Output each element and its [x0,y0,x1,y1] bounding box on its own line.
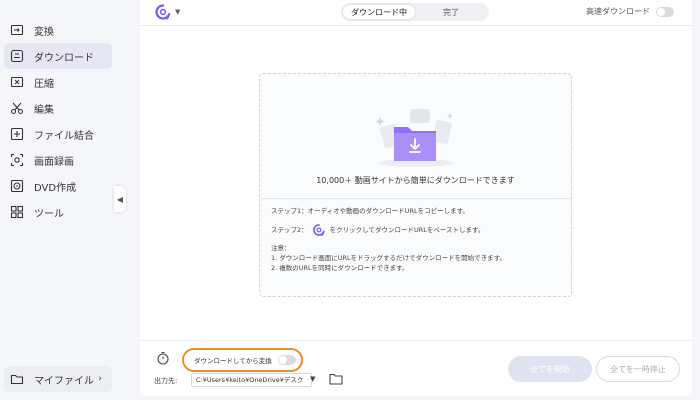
pause-all-button[interactable]: 全てを一時停止 [596,356,680,382]
sidebar-item-download[interactable]: ダウンロード [4,43,112,69]
tab-finished[interactable]: 完了 [415,5,487,19]
sidebar-item-convert[interactable]: 変換 [4,17,112,43]
add-url-button[interactable]: ▼ [154,3,180,21]
chevron-right-icon: › [98,374,102,384]
tab-downloading[interactable]: ダウンロード中 [343,5,415,19]
high-speed-toggle[interactable] [656,6,674,17]
note-1: 1. ダウンロード画面にURLをドラッグするだけでダウンロードを開始できます。 [271,254,507,262]
sidebar-item-label: 編集 [34,104,54,116]
merge-icon [10,127,24,141]
sidebar-item-merge[interactable]: ファイル結合 [4,121,112,147]
step-2-prefix: ステップ2： [271,226,308,234]
open-folder-icon[interactable] [329,373,343,385]
sidebar: 変換 ダウンロード 圧縮 編集 ファイル結合 画面録画 DVD作成 ツール マイ… [0,0,122,400]
my-files-label: マイファイル [34,375,94,387]
notes: 注意： 1. ダウンロード画面にURLをドラッグするだけでダウンロードを開始でき… [271,243,566,273]
chevron-down-icon[interactable]: ▼ [175,8,180,16]
chevron-left-icon: ◀ [116,194,124,204]
dvd-icon [10,179,24,193]
sidebar-item-label: ファイル結合 [34,130,94,142]
screen-record-icon [10,153,24,167]
convert-icon [10,23,24,37]
scissors-icon [10,101,24,115]
add-url-icon [312,224,325,236]
convert-after-download-label: ダウンロードしてから変換 [194,357,272,365]
sidebar-item-label: DVD作成 [34,182,77,194]
sidebar-item-label: ダウンロード [34,52,94,64]
note-2: 2. 複数のURLを同時にダウンロードできます。 [271,264,409,272]
sidebar-item-compress[interactable]: 圧縮 [4,69,112,95]
high-speed-label: 高速ダウンロード [586,7,650,16]
download-folder-illustration-icon [375,109,454,167]
convert-after-download: ダウンロードしてから変換 [182,348,303,372]
instructions: ステップ1：オーディオや動画のダウンロードURLをコピーします。 ステップ2： … [271,206,566,273]
sidebar-item-edit[interactable]: 編集 [4,95,112,121]
bottom-bar: ダウンロードしてから変換 出力先: C:¥Users¥keito¥OneDriv… [140,340,692,396]
sidebar-item-label: ツール [34,208,64,220]
convert-after-download-toggle[interactable] [277,355,296,365]
folder-icon [10,372,24,386]
sidebar-collapse-button[interactable]: ◀ [114,186,126,212]
step-2-suffix: をクリックしてダウンロードURLをペーストします。 [329,226,485,234]
url-drop-zone[interactable]: 10,000＋ 動画サイトから簡単にダウンロードできます ステップ1：オーディオ… [259,73,572,297]
compress-icon [10,75,24,89]
tools-icon [10,205,24,219]
output-path-select[interactable]: C:¥Users¥keito¥OneDrive¥デスク [191,373,312,387]
main-panel: ▼ ダウンロード中 完了 高速ダウンロード 10,000＋ 動画サイトから簡単に… [140,0,692,396]
start-all-button[interactable]: 全てを開始 [508,356,592,382]
sidebar-item-label: 圧縮 [34,78,54,90]
top-bar: ▼ ダウンロード中 完了 高速ダウンロード [140,0,692,26]
timer-icon[interactable] [156,351,170,365]
sidebar-item-label: 画面録画 [34,156,74,168]
note-title: 注意： [271,244,291,252]
chevron-down-icon[interactable]: ▼ [310,375,315,383]
output-label: 出力先: [154,377,178,385]
my-files-button[interactable]: マイファイル › [4,366,112,392]
drop-zone-title: 10,000＋ 動画サイトから簡単にダウンロードできます [316,176,515,185]
sidebar-item-label: 変換 [34,26,54,38]
download-icon [10,49,24,63]
divider [260,198,571,199]
step-2: ステップ2： をクリックしてダウンロードURLをペーストします。 [271,223,566,237]
sidebar-item-tools[interactable]: ツール [4,199,112,225]
download-logo-icon [155,4,171,20]
step-1-text: ステップ1：オーディオや動画のダウンロードURLをコピーします。 [271,207,469,215]
download-tabs: ダウンロード中 完了 [341,3,489,21]
sidebar-item-dvd[interactable]: DVD作成 [4,173,112,199]
high-speed-download: 高速ダウンロード [586,6,674,17]
sidebar-item-screen-record[interactable]: 画面録画 [4,147,112,173]
